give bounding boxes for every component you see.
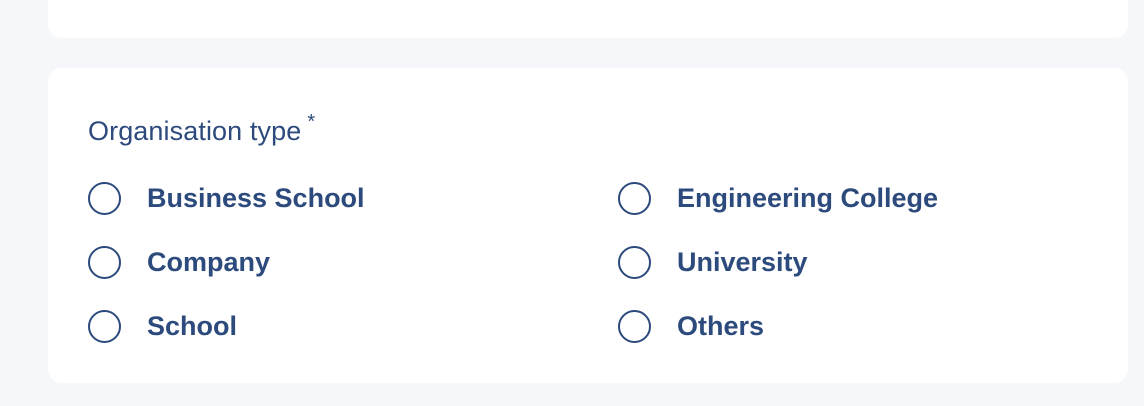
option-business-school[interactable]: Business School [88,178,365,218]
question-label-text: Organisation type [88,116,302,146]
required-indicator: * [307,111,316,133]
radio-button-school[interactable] [88,309,121,343]
question-label: Organisation type * [88,111,315,147]
option-company[interactable]: Company [88,242,270,282]
radio-button-company[interactable] [88,245,121,279]
radio-button-business-school[interactable] [88,181,121,215]
option-label[interactable]: University [677,247,808,278]
radio-button-others[interactable] [618,309,651,343]
option-others[interactable]: Others [618,306,764,346]
option-school[interactable]: School [88,306,237,346]
option-label[interactable]: Company [147,247,270,278]
option-label[interactable]: Business School [147,183,365,214]
form-page: Organisation type * Business School Engin… [0,0,1144,406]
organisation-type-card: Organisation type * Business School Engin… [48,68,1128,383]
option-engineering-college[interactable]: Engineering College [618,178,938,218]
option-label[interactable]: Others [677,311,764,342]
option-university[interactable]: University [618,242,808,282]
option-label[interactable]: School [147,311,237,342]
option-label[interactable]: Engineering College [677,183,938,214]
previous-question-card [48,0,1128,38]
radio-button-university[interactable] [618,245,651,279]
radio-button-engineering-college[interactable] [618,181,651,215]
